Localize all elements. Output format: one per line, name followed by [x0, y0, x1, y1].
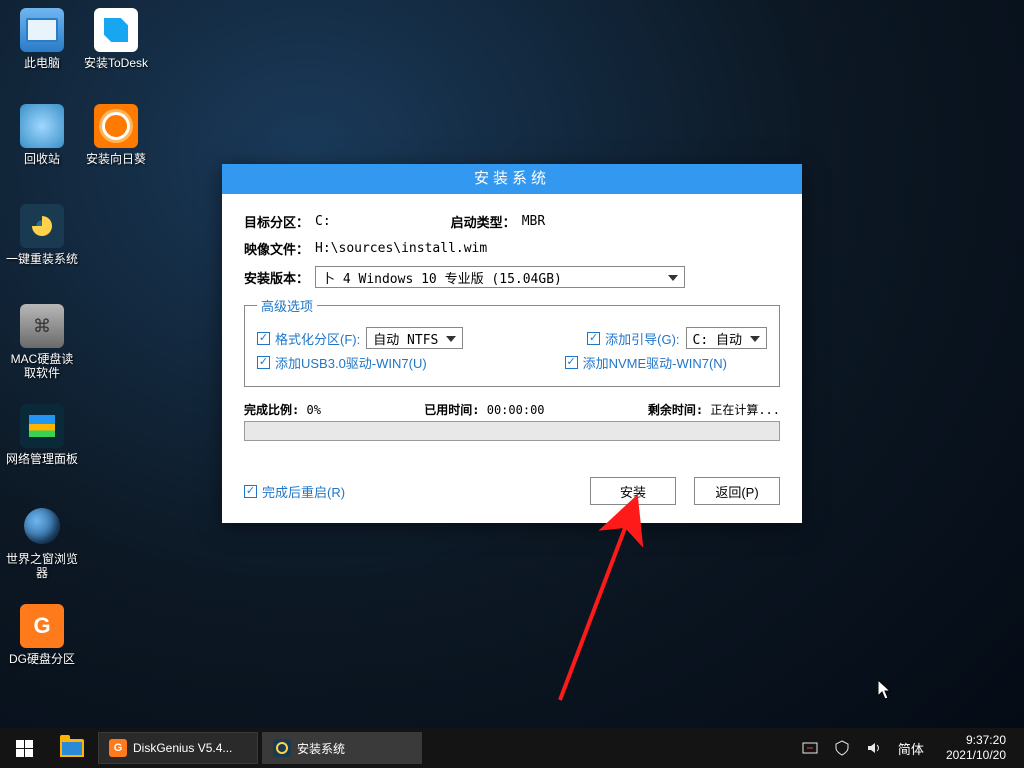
taskbar-file-explorer[interactable] — [48, 728, 96, 768]
format-partition-label: 格式化分区(F): — [275, 329, 360, 348]
progress-bar — [244, 421, 780, 441]
desktop-icon-network[interactable]: 网络管理面板 — [6, 404, 78, 466]
desktop-icon-label: 世界之窗浏览 器 — [6, 552, 78, 580]
install-version-value: 卜 4 Windows 10 专业版 (15.04GB) — [322, 268, 562, 287]
taskbar-task-label: DiskGenius V5.4... — [133, 741, 232, 755]
desktop-icon-sunflower[interactable]: 安装向日葵 — [80, 104, 152, 166]
progress-pct-label: 完成比例: — [244, 403, 299, 417]
desktop-icon-todesk[interactable]: 安装ToDesk — [80, 8, 152, 70]
format-type-value: 自动 NTFS — [373, 329, 438, 348]
reinstall-icon — [20, 204, 64, 248]
file-explorer-icon — [60, 739, 84, 757]
desktop-icon-label: MAC硬盘读 取软件 — [6, 352, 78, 380]
start-button[interactable] — [0, 728, 48, 768]
dialog-body: 目标分区： C: 启动类型： MBR 映像文件： H:\sources\inst… — [222, 194, 802, 523]
boot-type-value: MBR — [522, 214, 545, 229]
back-button[interactable]: 返回(P) — [694, 477, 780, 505]
desktop-icon-label: DG硬盘分区 — [6, 652, 78, 666]
boot-type-label: 启动类型： — [451, 212, 516, 231]
installer-icon — [273, 739, 291, 757]
sunflower-icon — [94, 104, 138, 148]
thispc-icon — [20, 8, 64, 52]
tray-volume-icon[interactable] — [866, 740, 882, 756]
usb3-driver-label: 添加USB3.0驱动-WIN7(U) — [275, 353, 427, 372]
checkbox-icon — [565, 356, 578, 369]
nvme-driver-label: 添加NVME驱动-WIN7(N) — [583, 353, 727, 372]
remaining-value: 正在计算... — [710, 403, 780, 417]
add-boot-label: 添加引导(G): — [605, 329, 679, 348]
elapsed-value: 00:00:00 — [487, 403, 545, 417]
elapsed-label: 已用时间: — [424, 403, 479, 417]
image-file-value: H:\sources\install.wim — [315, 241, 487, 256]
progress-pct-value: 0% — [306, 403, 320, 417]
desktop-icon-label: 回收站 — [6, 152, 78, 166]
advanced-options-group: 高级选项 格式化分区(F): 自动 NTFS 添加引导(G): — [244, 296, 780, 387]
checkbox-icon — [587, 332, 600, 345]
taskbar: G DiskGenius V5.4... 安装系统 简体 9:37:20 202… — [0, 728, 1024, 768]
boot-drive-select[interactable]: C: 自动 — [686, 327, 767, 349]
tray-security-icon[interactable] — [834, 740, 850, 756]
browser-icon — [20, 504, 64, 548]
windows-icon — [16, 740, 33, 757]
taskbar-task-installer[interactable]: 安装系统 — [262, 732, 422, 764]
cursor-icon — [878, 680, 894, 702]
usb3-driver-checkbox[interactable]: 添加USB3.0驱动-WIN7(U) — [257, 353, 427, 372]
dialog-titlebar[interactable]: 安装系统 — [222, 164, 802, 194]
format-partition-checkbox[interactable]: 格式化分区(F): — [257, 329, 360, 348]
reboot-after-checkbox[interactable]: 完成后重启(R) — [244, 482, 345, 501]
image-file-label: 映像文件： — [244, 239, 309, 258]
system-tray: 简体 9:37:20 2021/10/20 — [794, 733, 1024, 763]
reboot-after-label: 完成后重启(R) — [262, 482, 345, 501]
add-boot-checkbox[interactable]: 添加引导(G): — [587, 329, 679, 348]
target-partition-label: 目标分区： — [244, 212, 309, 231]
desktop-icon-reinstall[interactable]: 一键重装系统 — [6, 204, 78, 266]
diskgenius-icon — [20, 604, 64, 648]
desktop-icon-browser[interactable]: 世界之窗浏览 器 — [6, 504, 78, 580]
desktop-icon-recycle[interactable]: 回收站 — [6, 104, 78, 166]
remaining-label: 剩余时间: — [648, 403, 703, 417]
tray-clock[interactable]: 9:37:20 2021/10/20 — [940, 733, 1016, 763]
install-version-label: 安装版本： — [244, 268, 309, 287]
clock-date: 2021/10/20 — [946, 748, 1006, 763]
target-partition-value: C: — [315, 214, 331, 229]
nvme-driver-checkbox[interactable]: 添加NVME驱动-WIN7(N) — [565, 353, 727, 372]
tray-network-icon[interactable] — [802, 740, 818, 756]
installer-dialog: 安装系统 目标分区： C: 启动类型： MBR 映像文件： H:\sources… — [222, 164, 802, 523]
advanced-options-legend: 高级选项 — [257, 296, 317, 315]
boot-drive-value: C: 自动 — [693, 329, 742, 348]
desktop-icon-label: 安装向日葵 — [80, 152, 152, 166]
clock-time: 9:37:20 — [946, 733, 1006, 748]
tray-ime-indicator[interactable]: 简体 — [898, 739, 924, 758]
desktop-icon-label: 网络管理面板 — [6, 452, 78, 466]
desktop-icon-label: 安装ToDesk — [80, 56, 152, 70]
checkbox-icon — [257, 332, 270, 345]
format-type-select[interactable]: 自动 NTFS — [366, 327, 463, 349]
desktop-icon-thispc[interactable]: 此电脑 — [6, 8, 78, 70]
desktop-icon-label: 此电脑 — [6, 56, 78, 70]
network-icon — [20, 404, 64, 448]
todesk-icon — [94, 8, 138, 52]
checkbox-icon — [257, 356, 270, 369]
taskbar-task-diskgenius[interactable]: G DiskGenius V5.4... — [98, 732, 258, 764]
diskgenius-icon: G — [109, 739, 127, 757]
install-button[interactable]: 安装 — [590, 477, 676, 505]
install-version-select[interactable]: 卜 4 Windows 10 专业版 (15.04GB) — [315, 266, 685, 288]
mac-icon — [20, 304, 64, 348]
desktop-icon-label: 一键重装系统 — [6, 252, 78, 266]
dialog-title: 安装系统 — [474, 170, 550, 187]
recycle-icon — [20, 104, 64, 148]
checkbox-icon — [244, 485, 257, 498]
taskbar-task-label: 安装系统 — [297, 740, 345, 757]
desktop-icon-mac[interactable]: MAC硬盘读 取软件 — [6, 304, 78, 380]
progress-stats: 完成比例: 0% 已用时间: 00:00:00 剩余时间: 正在计算... — [244, 401, 780, 418]
desktop-icon-dg[interactable]: DG硬盘分区 — [6, 604, 78, 666]
